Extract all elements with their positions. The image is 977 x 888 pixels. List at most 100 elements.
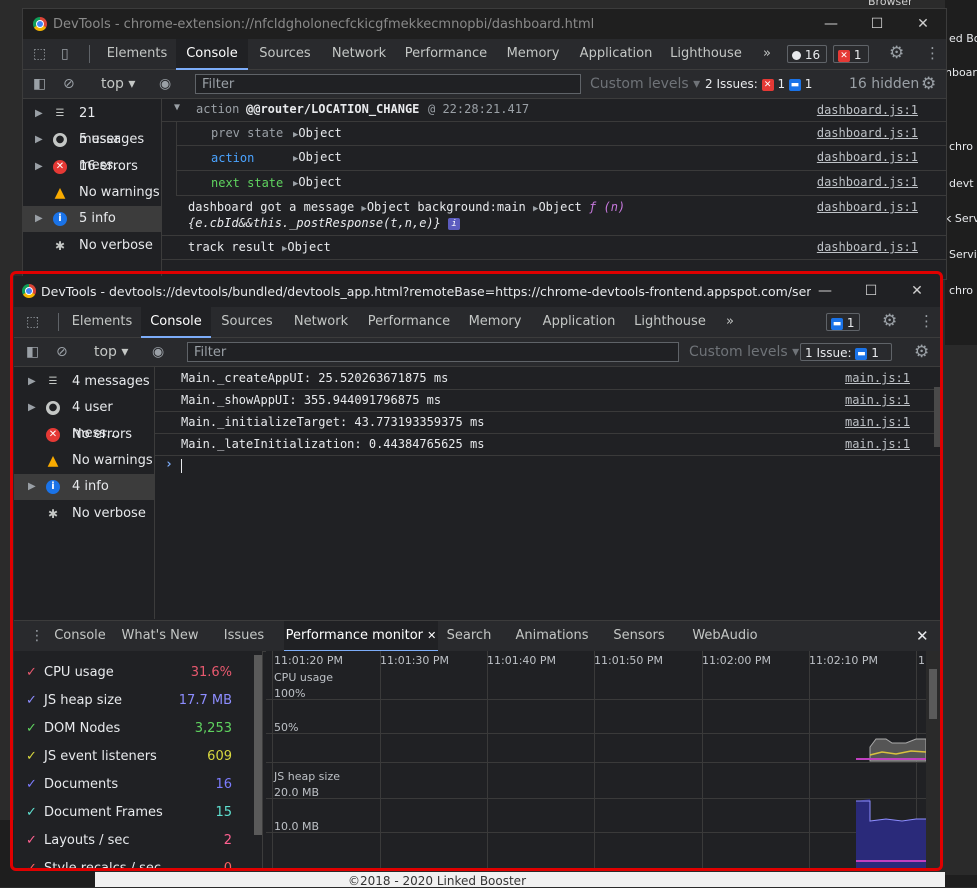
context-selector[interactable]: top ▾	[101, 70, 135, 98]
sidebar-item-info[interactable]: ▶ i 4 info	[14, 474, 154, 500]
tab-lighthouse[interactable]: Lighthouse	[665, 39, 747, 69]
sidebar-toggle-icon[interactable]: ◧	[26, 338, 39, 366]
close-drawer-icon[interactable]: ✕	[916, 622, 929, 650]
metric-js-heap[interactable]: ✓ JS heap size 17.7 MB	[14, 687, 246, 715]
log-levels-dropdown[interactable]: Custom levels ▾	[590, 70, 700, 98]
log-levels-dropdown[interactable]: Custom levels ▾	[689, 338, 799, 366]
source-link[interactable]: dashboard.js:1	[817, 200, 918, 214]
eye-icon[interactable]: ◉	[159, 70, 171, 98]
console-settings-icon[interactable]: ⚙	[921, 70, 936, 98]
drawer-tab-performance-monitor[interactable]: Performance monitor ✕	[284, 621, 438, 652]
issues-badge[interactable]: ▬ 1	[826, 313, 860, 331]
source-link[interactable]: main.js:1	[845, 437, 910, 451]
console-row-track-result[interactable]: track result ▶Object dashboard.js:1	[162, 236, 946, 260]
close-button[interactable]: ✕	[902, 280, 932, 302]
inspect-icon[interactable]: ⬚	[26, 308, 39, 336]
sidebar-item-errors[interactable]: ▶ ✕ 16 errors	[23, 154, 161, 180]
tab-elements[interactable]: Elements	[101, 39, 173, 69]
source-link[interactable]: main.js:1	[845, 415, 910, 429]
tab-network[interactable]: Network	[286, 307, 356, 337]
drawer-tab-animations[interactable]: Animations	[512, 621, 592, 651]
maximize-button[interactable]: ☐	[862, 13, 892, 35]
drawer-tab-whats-new[interactable]: What's New	[120, 621, 200, 651]
more-options-icon[interactable]: ⋮	[919, 307, 934, 335]
sidebar-item-verbose[interactable]: ✱ No verbose	[14, 501, 154, 527]
settings-gear-icon[interactable]: ⚙	[889, 39, 904, 67]
drawer-menu-icon[interactable]: ⋮	[30, 622, 44, 650]
errors-badge[interactable]: ✕ 1	[833, 45, 869, 63]
sidebar-item-messages[interactable]: ▶ ☰ 4 messages	[14, 369, 154, 395]
source-link[interactable]: dashboard.js:1	[817, 103, 918, 117]
console-row-action-obj[interactable]: action ▶Object dashboard.js:1	[176, 146, 946, 171]
issues-button[interactable]: 1 Issue: ▬ 1	[800, 343, 892, 361]
tab-console[interactable]: Console	[141, 307, 211, 338]
metric-cpu-usage[interactable]: ✓ CPU usage 31.6%	[14, 659, 246, 687]
inspect-icon[interactable]: ⬚	[33, 40, 46, 68]
console-row[interactable]: Main._showAppUI: 355.944091796875 ms main…	[155, 390, 940, 412]
metric-layouts-sec[interactable]: ✓ Layouts / sec 2	[14, 827, 246, 855]
sidebar-item-warnings[interactable]: ▲ No warnings	[23, 180, 161, 206]
metric-dom-nodes[interactable]: ✓ DOM Nodes 3,253	[14, 715, 246, 743]
sidebar-item-messages[interactable]: ▶ ☰ 21 messages	[23, 101, 161, 147]
minimize-button[interactable]: —	[816, 13, 846, 35]
tab-lighthouse[interactable]: Lighthouse	[628, 307, 712, 337]
source-link[interactable]: dashboard.js:1	[817, 240, 918, 254]
context-selector[interactable]: top ▾	[94, 338, 128, 366]
source-link[interactable]: main.js:1	[845, 393, 910, 407]
console-settings-icon[interactable]: ⚙	[914, 338, 929, 366]
device-toolbar-icon[interactable]: ▯	[61, 40, 69, 68]
console-row-next-state[interactable]: next state ▶Object dashboard.js:1	[176, 171, 946, 196]
filter-input[interactable]: Filter	[195, 74, 581, 94]
minimize-button[interactable]: —	[810, 280, 840, 302]
metric-js-event-listeners[interactable]: ✓ JS event listeners 609	[14, 743, 246, 771]
sidebar-item-warnings[interactable]: ▲ No warnings	[14, 448, 154, 474]
more-tabs-button[interactable]: »	[755, 39, 779, 69]
source-link[interactable]: dashboard.js:1	[817, 150, 918, 164]
console-row[interactable]: Main._initializeTarget: 43.773193359375 …	[155, 412, 940, 434]
sidebar-toggle-icon[interactable]: ◧	[33, 70, 46, 98]
tab-application[interactable]: Application	[575, 39, 657, 69]
drawer-tab-sensors[interactable]: Sensors	[610, 621, 668, 651]
sidebar-item-user-messages[interactable]: ▶ ● 5 user mess…	[23, 127, 161, 173]
console-row[interactable]: Main._lateInitialization: 0.44384765625 …	[155, 434, 940, 456]
tab-sources[interactable]: Sources	[214, 307, 280, 337]
metric-documents[interactable]: ✓ Documents 16	[14, 771, 246, 799]
messages-badge[interactable]: 16	[787, 45, 827, 63]
console-row[interactable]: Main._createAppUI: 25.520263671875 ms mai…	[155, 367, 940, 390]
tab-memory[interactable]: Memory	[460, 307, 530, 337]
drawer-tab-console[interactable]: Console	[50, 621, 110, 651]
metric-document-frames[interactable]: ✓ Document Frames 15	[14, 799, 246, 827]
clear-console-icon[interactable]: ⊘	[63, 70, 75, 98]
maximize-button[interactable]: ☐	[856, 280, 886, 302]
drawer-tab-webaudio[interactable]: WebAudio	[688, 621, 762, 651]
scrollbar[interactable]	[934, 387, 940, 447]
tab-performance[interactable]: Performance	[401, 39, 491, 69]
filter-input[interactable]: Filter	[187, 342, 679, 362]
console-prompt[interactable]: ›	[155, 456, 940, 476]
console-row-action[interactable]: ▼ action @@router/LOCATION_CHANGE @ 22:2…	[162, 99, 946, 122]
tab-memory[interactable]: Memory	[498, 39, 568, 69]
sidebar-item-verbose[interactable]: ✱ No verbose	[23, 233, 161, 259]
metric-style-recalcs[interactable]: ✓ Style recalcs / sec 0	[14, 855, 246, 868]
timeline-scrollbar[interactable]	[926, 651, 940, 868]
clear-console-icon[interactable]: ⊘	[56, 338, 68, 366]
sidebar-item-info[interactable]: ▶ i 5 info	[23, 206, 161, 232]
issues-button[interactable]: 2 Issues: ✕ 1 ▬ 1	[701, 75, 827, 93]
source-link[interactable]: dashboard.js:1	[817, 175, 918, 189]
metrics-scrollbar[interactable]	[254, 655, 262, 835]
more-options-icon[interactable]: ⋮	[925, 39, 940, 67]
close-tab-icon[interactable]: ✕	[427, 629, 436, 642]
tab-elements[interactable]: Elements	[66, 307, 138, 337]
console-row-dashboard-msg[interactable]: dashboard got a message ▶Object backgrou…	[162, 196, 946, 236]
sidebar-item-user-messages[interactable]: ▶ ● 4 user mess…	[14, 395, 154, 441]
console-row-prev-state[interactable]: prev state ▶Object dashboard.js:1	[176, 122, 946, 146]
drawer-tab-issues[interactable]: Issues	[218, 621, 270, 651]
tab-application[interactable]: Application	[538, 307, 620, 337]
source-link[interactable]: dashboard.js:1	[817, 126, 918, 140]
sidebar-item-errors[interactable]: ✕ No errors	[14, 422, 154, 448]
tab-performance[interactable]: Performance	[364, 307, 454, 337]
close-button[interactable]: ✕	[908, 13, 938, 35]
eye-icon[interactable]: ◉	[152, 338, 164, 366]
drawer-tab-search[interactable]: Search	[444, 621, 494, 651]
tab-sources[interactable]: Sources	[251, 39, 319, 69]
